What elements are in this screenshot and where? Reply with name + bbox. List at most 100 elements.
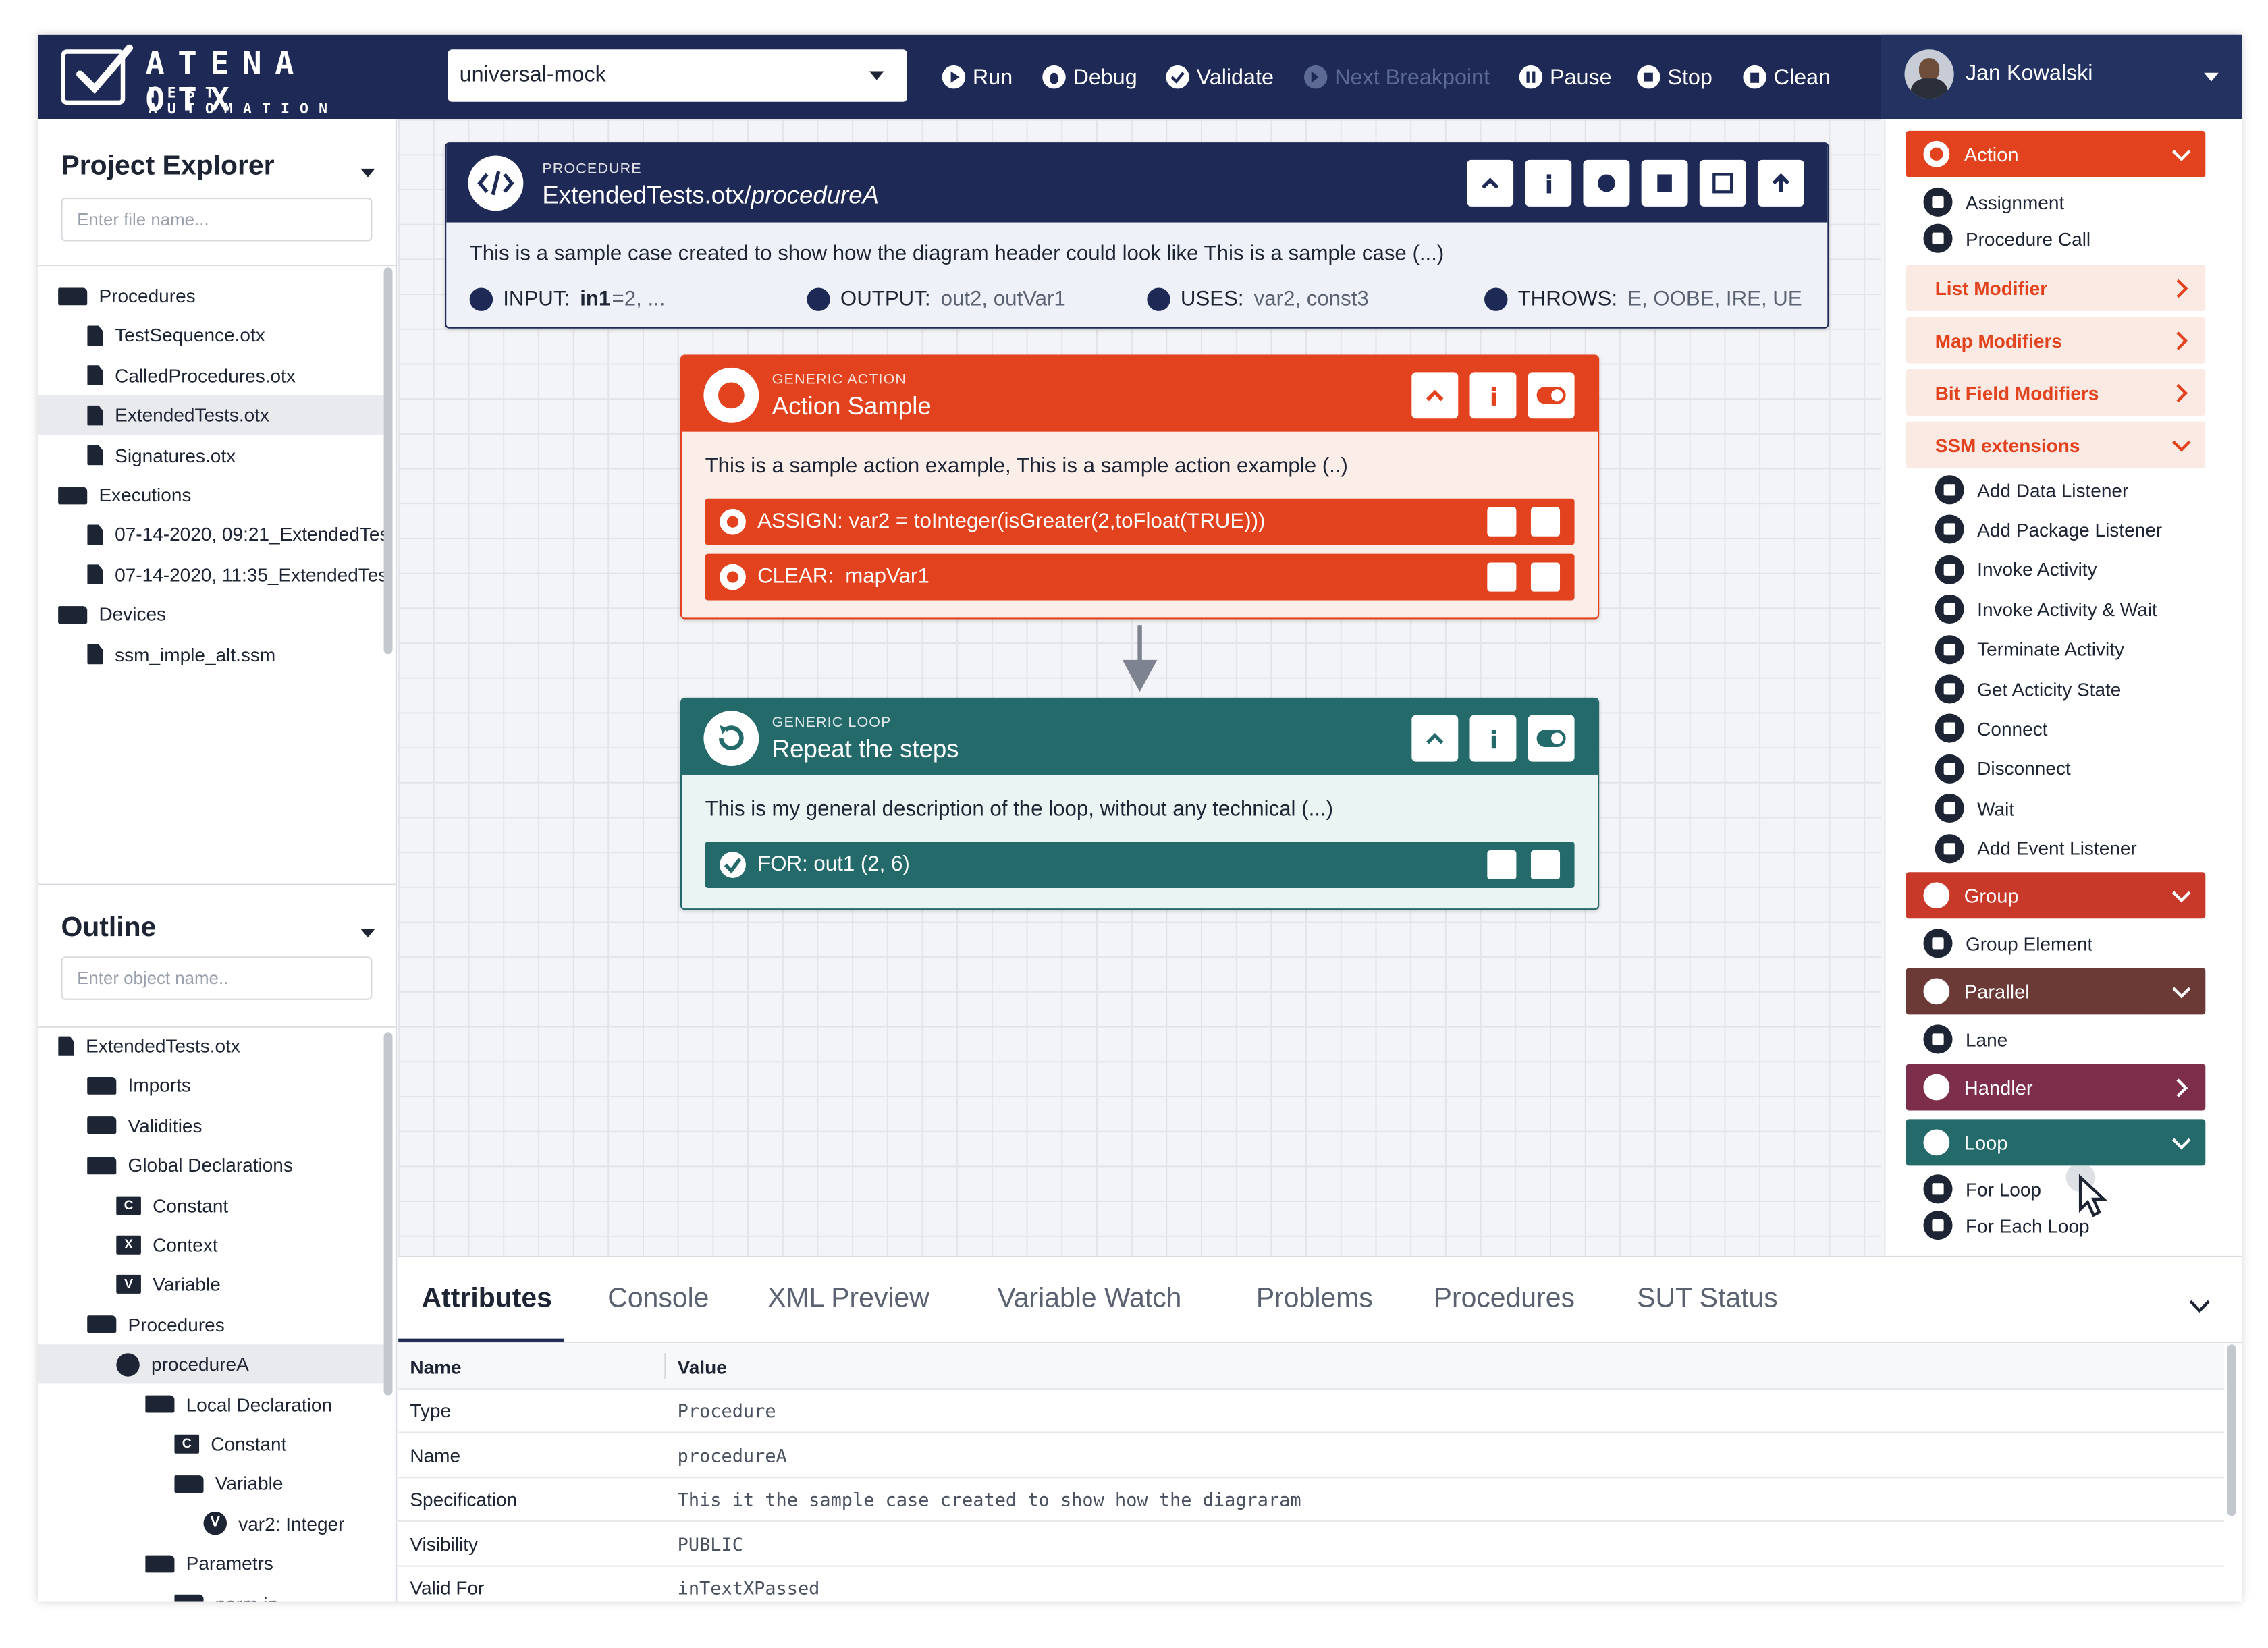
palette-item-connect[interactable]: Connect xyxy=(1935,713,2047,744)
tree-item-extendedtests-otx[interactable]: ExtendedTests.otx xyxy=(37,395,384,435)
tab-procedures[interactable]: Procedures xyxy=(1434,1284,1575,1315)
tree-item-07-14-2020-09-21-extendedtes[interactable]: 07-14-2020, 09:21_ExtendedTes xyxy=(38,515,389,554)
document-icon[interactable] xyxy=(1487,562,1517,592)
palette-item-invoke-activity[interactable]: Invoke Activity xyxy=(1935,553,2097,585)
tree-item-procedurea[interactable]: procedureA xyxy=(37,1344,384,1384)
palette-parallel-header[interactable]: Parallel xyxy=(1906,968,2206,1015)
toggle-button[interactable] xyxy=(1528,372,1575,419)
document-button[interactable] xyxy=(1641,159,1688,207)
tree-item-07-14-2020-11-35-extendedtes[interactable]: 07-14-2020, 11:35_ExtendedTes xyxy=(38,555,387,594)
debug-button[interactable]: Debug xyxy=(1042,61,1137,92)
tab-problems[interactable]: Problems xyxy=(1256,1284,1373,1315)
palette-list-modifier[interactable]: List Modifier xyxy=(1906,264,2206,311)
tab-xml-preview[interactable]: XML Preview xyxy=(767,1284,929,1315)
pause-button[interactable]: Pause xyxy=(1519,61,1612,92)
tree-item-variable[interactable]: V Variable xyxy=(38,1265,384,1304)
document-icon[interactable] xyxy=(1487,507,1517,537)
tree-item-extendedtests-otx[interactable]: ExtendedTests.otx xyxy=(38,1026,384,1066)
info-icon[interactable] xyxy=(1530,507,1561,537)
tab-attributes[interactable]: Attributes xyxy=(422,1284,552,1315)
tree-item-var2-integer[interactable]: Vvar2: Integer xyxy=(38,1504,384,1543)
procedure-card[interactable]: PROCEDURE ExtendedTests.otx/procedureA T… xyxy=(445,142,1829,329)
validate-button[interactable]: Validate xyxy=(1166,61,1274,92)
tree-item-procedures[interactable]: Procedures xyxy=(38,1305,384,1344)
table-row[interactable]: Visibility PUBLIC xyxy=(398,1522,2225,1567)
action-row-clear[interactable]: CLEAR: mapVar1 xyxy=(705,553,1575,601)
environment-select[interactable]: universal-mock xyxy=(448,49,907,102)
palette-item-add-event-listener[interactable]: Add Event Listener xyxy=(1935,832,2137,864)
tree-item-parm-in[interactable]: parm in xyxy=(38,1584,384,1602)
clean-button[interactable]: Clean xyxy=(1743,61,1831,92)
tree-item-variable[interactable]: Variable xyxy=(38,1464,384,1504)
table-row[interactable]: Name procedureA xyxy=(398,1433,2225,1478)
palette-action-header[interactable]: Action xyxy=(1906,130,2206,177)
tree-item-validities[interactable]: Validities xyxy=(38,1106,384,1145)
user-menu[interactable]: Jan Kowalski xyxy=(1881,34,2242,119)
tab-console[interactable]: Console xyxy=(608,1284,709,1315)
tree-item-constant[interactable]: C Constant xyxy=(38,1425,384,1464)
outline-collapse-icon[interactable] xyxy=(360,929,375,938)
palette-item-procedure-call[interactable]: Procedure Call xyxy=(1923,223,2090,254)
info-icon[interactable] xyxy=(1530,562,1561,592)
tree-item-testsequence-otx[interactable]: TestSequence.otx xyxy=(38,316,384,355)
tree-item-executions[interactable]: Executions xyxy=(38,475,384,514)
tree-item-devices[interactable]: Devices xyxy=(38,595,384,634)
palette-item-wait[interactable]: Wait xyxy=(1935,792,2014,824)
tree-item-imports[interactable]: Imports xyxy=(38,1066,384,1105)
toggle-button[interactable] xyxy=(1528,715,1575,762)
chevron-down-icon[interactable] xyxy=(2189,1292,2210,1313)
attributes-scrollbar[interactable] xyxy=(2227,1344,2236,1516)
tab-variable-watch[interactable]: Variable Watch xyxy=(998,1284,1182,1315)
palette-item-assignment[interactable]: Assignment xyxy=(1923,186,2064,218)
palette-item-invoke-activity-wait[interactable]: Invoke Activity & Wait xyxy=(1935,593,2157,625)
stop-button[interactable]: Stop xyxy=(1637,61,1712,92)
palette-item-disconnect[interactable]: Disconnect xyxy=(1935,752,2071,784)
palette-bit-field-modifiers[interactable]: Bit Field Modifiers xyxy=(1906,369,2206,416)
palette-item-add-package-listener[interactable]: Add Package Listener xyxy=(1935,514,2162,545)
palette-item-lane[interactable]: Lane xyxy=(1923,1023,2007,1055)
palette-item-add-data-listener[interactable]: Add Data Listener xyxy=(1935,474,2128,505)
info-button[interactable] xyxy=(1469,715,1517,762)
tree-item-procedures[interactable]: Procedures xyxy=(38,276,384,315)
next-breakpoint-button[interactable]: Next Breakpoint xyxy=(1303,61,1490,92)
tree-item-signatures-otx[interactable]: Signatures.otx xyxy=(38,435,384,474)
info-button[interactable] xyxy=(1469,372,1517,419)
palette-group-header[interactable]: Group xyxy=(1906,872,2206,919)
tree-item-constant[interactable]: C Constant xyxy=(38,1186,384,1225)
tree-item-context[interactable]: X Context xyxy=(38,1226,384,1265)
tree-item-ssm-imple-alt-ssm[interactable]: ssm_imple_alt.ssm xyxy=(38,634,384,674)
palette-map-modifiers[interactable]: Map Modifiers xyxy=(1906,317,2206,364)
table-row[interactable]: Valid For inTextXPassed xyxy=(398,1566,2224,1601)
tab-sut-status[interactable]: SUT Status xyxy=(1637,1284,1778,1315)
collapse-button[interactable] xyxy=(1411,715,1459,762)
action-row-assign[interactable]: ASSIGN: var2 = toInteger(isGreater(2,toF… xyxy=(705,498,1575,545)
palette-item-terminate-activity[interactable]: Terminate Activity xyxy=(1935,633,2124,665)
palette-item-get-acticity-state[interactable]: Get Acticity State xyxy=(1935,673,2121,705)
loop-card[interactable]: GENERIC LOOP Repeat the steps This is my… xyxy=(680,697,1600,910)
tree-item-local-declaration[interactable]: Local Declaration xyxy=(38,1385,384,1424)
file-search-input[interactable]: Enter file name... xyxy=(61,197,373,242)
action-card[interactable]: GENERIC ACTION Action Sample This is a s… xyxy=(680,354,1600,620)
tree-item-parametrs[interactable]: Parametrs xyxy=(38,1544,384,1583)
object-search-input[interactable]: Enter object name.. xyxy=(61,956,373,1000)
palette-item-group-element[interactable]: Group Element xyxy=(1923,927,2092,959)
palette-handler-header[interactable]: Handler xyxy=(1906,1064,2206,1111)
dependencies-button[interactable] xyxy=(1583,159,1630,207)
chevron-up-icon[interactable] xyxy=(1487,850,1517,880)
project-scrollbar[interactable] xyxy=(383,267,393,655)
palette-ssm-extensions[interactable]: SSM extensions xyxy=(1906,421,2206,468)
collapse-button[interactable] xyxy=(1467,159,1514,207)
diagram-canvas[interactable]: PROCEDURE ExtendedTests.otx/procedureA T… xyxy=(398,119,1882,1256)
edit-button[interactable] xyxy=(1699,159,1746,207)
palette-item-for-loop[interactable]: For Loop xyxy=(1923,1173,2041,1205)
table-row[interactable]: Type Procedure xyxy=(398,1388,2225,1433)
info-button[interactable] xyxy=(1525,159,1572,207)
outline-scrollbar[interactable] xyxy=(383,1032,393,1396)
palette-loop-header[interactable]: Loop xyxy=(1906,1119,2206,1166)
go-up-button[interactable] xyxy=(1757,159,1804,207)
tree-item-global-declarations[interactable]: Global Declarations xyxy=(38,1146,384,1185)
run-button[interactable]: Run xyxy=(942,61,1013,92)
search-icon[interactable] xyxy=(1530,850,1561,880)
loop-row-for[interactable]: FOR: out1 (2, 6) xyxy=(705,842,1575,888)
table-row[interactable]: Specification This it the sample case cre… xyxy=(398,1477,2225,1522)
